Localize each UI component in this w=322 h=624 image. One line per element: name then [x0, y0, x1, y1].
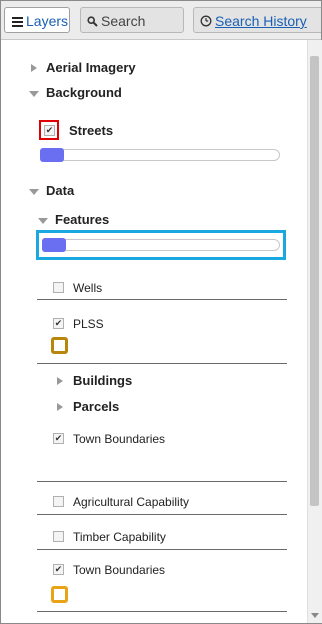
scroll-down-arrow-icon[interactable] — [311, 613, 319, 618]
features-opacity-slider[interactable] — [42, 238, 280, 252]
slider-handle[interactable] — [40, 148, 64, 162]
wells-checkbox[interactable] — [53, 282, 64, 293]
tab-search-history-label: Search History — [215, 13, 307, 29]
tree-item-label: Aerial Imagery — [46, 60, 136, 75]
divider — [37, 611, 287, 612]
tab-search-history[interactable]: Search History — [193, 7, 321, 33]
town-boundaries-legend-swatch — [51, 586, 68, 603]
tree-item-label: Buildings — [73, 373, 133, 388]
streets-opacity-slider[interactable] — [40, 148, 280, 162]
town-boundaries-checkbox[interactable] — [53, 433, 64, 444]
plss-legend-swatch — [51, 337, 68, 354]
tab-layers-label: Layers — [26, 13, 69, 29]
expand-icon[interactable] — [57, 403, 63, 411]
layer-label: Town Boundaries — [73, 563, 166, 577]
scrollbar[interactable] — [307, 40, 322, 623]
layer-label: Timber Capability — [73, 530, 166, 544]
slider-handle[interactable] — [42, 238, 66, 252]
divider — [37, 481, 287, 482]
streets-checkbox[interactable] — [44, 125, 55, 136]
layer-label: Town Boundaries — [73, 432, 166, 446]
divider — [37, 363, 287, 364]
search-icon — [87, 9, 98, 32]
agricultural-capability-checkbox[interactable] — [53, 496, 64, 507]
layer-streets: Streets — [1, 120, 307, 142]
divider — [37, 514, 287, 515]
layer-label: Agricultural Capability — [73, 495, 190, 509]
clock-icon — [200, 9, 212, 32]
expand-icon[interactable] — [57, 377, 63, 385]
layer-tree: Aerial Imagery Background Streets Data F… — [1, 40, 307, 623]
collapse-icon[interactable] — [38, 218, 48, 224]
layer-label: PLSS — [73, 317, 104, 331]
tree-item-label: Background — [46, 85, 122, 100]
layer-label: Wells — [73, 281, 103, 295]
tree-item-label: Data — [46, 183, 75, 198]
town-boundaries-checkbox[interactable] — [53, 564, 64, 575]
divider — [37, 549, 287, 550]
layer-panel: Layers Search Search History Aerial Imag… — [0, 0, 322, 624]
plss-checkbox[interactable] — [53, 318, 64, 329]
tree-item-label: Features — [55, 212, 110, 227]
collapse-icon[interactable] — [29, 91, 39, 97]
divider — [37, 299, 287, 300]
tab-bar: Layers Search Search History — [1, 1, 321, 40]
tab-search[interactable]: Search — [80, 7, 184, 33]
layer-label: Streets — [69, 123, 114, 138]
tree-item-label: Parcels — [73, 399, 120, 414]
scrollbar-thumb[interactable] — [310, 56, 319, 506]
collapse-icon[interactable] — [29, 189, 39, 195]
menu-icon — [12, 9, 23, 32]
expand-icon[interactable] — [31, 64, 37, 72]
tab-search-label: Search — [101, 13, 146, 29]
tab-layers[interactable]: Layers — [4, 7, 70, 33]
timber-capability-checkbox[interactable] — [53, 531, 64, 542]
